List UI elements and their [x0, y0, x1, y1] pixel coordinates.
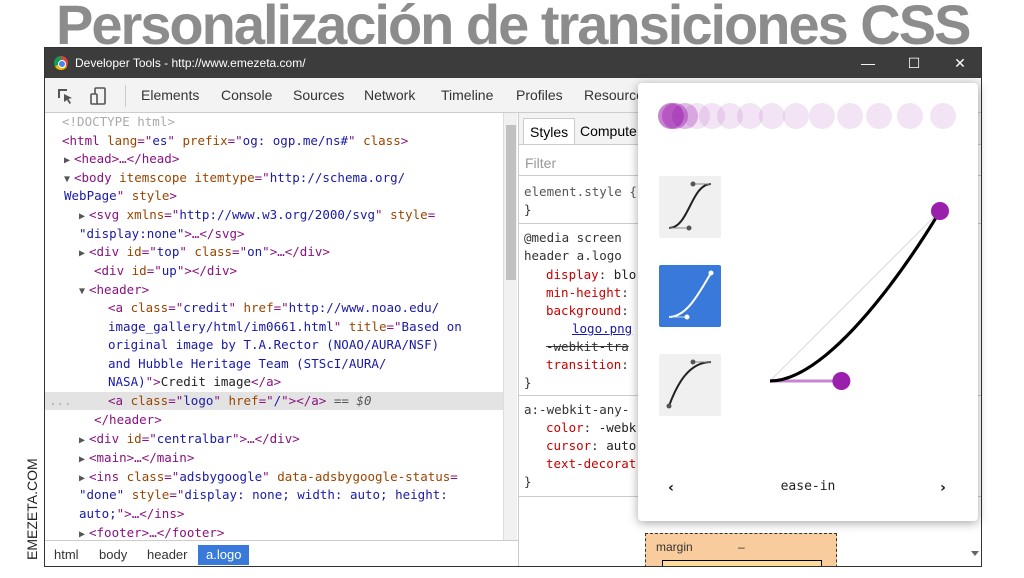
dom-line-a-credit-4[interactable]: and Hubble Heritage Team (STScI/AURA/: [108, 355, 386, 374]
selection-dots: ...: [49, 393, 72, 408]
close-button[interactable]: ✕: [937, 48, 981, 78]
expand-arrow-icon[interactable]: ▶: [79, 451, 89, 470]
dom-line-div-top[interactable]: ▶ <div id="top" class="on">…</div>: [79, 243, 330, 264]
dom-line-main[interactable]: ▶ <main>…</main>: [79, 449, 194, 470]
dom-line-ins-cont[interactable]: "done" style="display: none; width: auto…: [79, 486, 448, 505]
css-value-logo-link[interactable]: logo.png: [572, 320, 632, 338]
tab-profiles[interactable]: Profiles: [516, 87, 563, 103]
tab-computed[interactable]: Compute: [580, 122, 637, 140]
tab-network[interactable]: Network: [364, 87, 415, 103]
css-prop-webkit-transition[interactable]: -webkit-tra: [546, 338, 629, 356]
window-title: Developer Tools - http://www.emezeta.com…: [75, 56, 306, 70]
brace-close: }: [524, 202, 532, 217]
device-mode-icon[interactable]: [89, 86, 109, 106]
tab-styles[interactable]: Styles: [523, 118, 576, 144]
css-prop-cursor[interactable]: cursor: auto: [546, 437, 636, 455]
dom-line-ins-end[interactable]: auto;">…</ins>: [79, 505, 184, 524]
expand-arrow-icon[interactable]: ▶: [79, 208, 89, 227]
box-model-margin[interactable]: margin –: [645, 533, 837, 566]
box-model-label: margin: [656, 540, 693, 554]
preset-ease-out[interactable]: [659, 354, 721, 416]
preview-dot: [836, 103, 863, 129]
expand-arrow-icon[interactable]: ▶: [79, 245, 89, 264]
tab-console[interactable]: Console: [221, 87, 272, 103]
dom-line-div-up[interactable]: <div id="up"></div>: [94, 262, 237, 281]
expand-arrow-icon[interactable]: ▶: [64, 152, 74, 171]
rule-selector-2[interactable]: a:-webkit-any-: [524, 401, 629, 419]
preset-ease-in-selected[interactable]: [659, 265, 721, 327]
tab-resources[interactable]: Resource: [584, 87, 644, 103]
dom-scrollbar-thumb[interactable]: [506, 125, 516, 280]
dom-line-a-credit-2[interactable]: image_gallery/html/im0661.html" title="B…: [108, 318, 462, 337]
rule-selector[interactable]: header a.logo: [524, 247, 622, 265]
linear-reference-line: [769, 210, 941, 382]
tab-elements[interactable]: Elements: [141, 87, 199, 103]
easing-preset-label: ease-in: [780, 479, 836, 494]
css-prop-transition[interactable]: transition:: [546, 356, 629, 374]
tab-sources[interactable]: Sources: [293, 87, 344, 103]
toolbar-divider: [125, 85, 126, 107]
preview-dot: [866, 103, 893, 129]
bezier-editor-popover: ‹ ease-in ›: [638, 83, 978, 521]
breadcrumb-a-logo[interactable]: a.logo: [198, 545, 250, 565]
dom-line-body-cont[interactable]: WebPage" style>: [64, 187, 177, 206]
title-bar: Developer Tools - http://www.emezeta.com…: [45, 48, 981, 78]
dom-line-doctype[interactable]: <!DOCTYPE html>: [62, 113, 175, 132]
breadcrumb-header[interactable]: header: [139, 545, 195, 565]
css-prop-color[interactable]: color: -webk: [546, 419, 636, 437]
maximize-button[interactable]: ☐: [891, 48, 937, 78]
dom-line-centralbar[interactable]: ▶ <div id="centralbar">…</div>: [79, 430, 300, 451]
css-prop-min-height[interactable]: min-height:: [546, 284, 629, 302]
dom-scrollbar[interactable]: [503, 113, 517, 540]
minimize-button[interactable]: —: [845, 48, 891, 78]
next-preset-button[interactable]: ›: [932, 477, 954, 499]
dom-line-svg-cont[interactable]: "display:none">…</svg>: [79, 225, 245, 244]
element-style-selector[interactable]: element.style {: [524, 183, 637, 201]
dom-line-a-credit-3[interactable]: original image by T.A.Rector (NOAO/AURA/…: [108, 336, 439, 355]
collapse-arrow-icon[interactable]: ▼: [79, 283, 89, 302]
dom-line-header-close[interactable]: </header>: [94, 411, 162, 430]
css-prop-background[interactable]: background:: [546, 302, 629, 320]
expand-arrow-icon[interactable]: ▶: [79, 526, 89, 540]
styles-scrollbar[interactable]: [968, 513, 981, 566]
control-point-1[interactable]: [832, 372, 851, 390]
expand-arrow-icon[interactable]: ▶: [79, 432, 89, 451]
brand-watermark: EMEZETA.COM: [24, 458, 40, 560]
inspect-element-icon[interactable]: [55, 86, 75, 106]
dom-line-footer[interactable]: ▶ <footer>…</footer>: [79, 524, 224, 540]
preview-dot: [783, 103, 810, 129]
breadcrumb: html body header a.logo: [45, 540, 518, 566]
preview-dot: [897, 103, 924, 129]
preview-dot: [759, 103, 786, 129]
media-query: @media screen: [524, 230, 622, 245]
css-prop-text-decoration[interactable]: text-decorat:: [546, 455, 644, 473]
chrome-logo-icon: [54, 56, 68, 70]
dom-line-head[interactable]: ▶ <head>…</head>: [64, 150, 179, 171]
box-model-margin-value[interactable]: –: [738, 538, 745, 556]
preview-dot: [809, 103, 836, 129]
dom-line-a-credit[interactable]: <a class="credit" href="http://www.noao.…: [108, 299, 439, 318]
dom-tree-panel: <!DOCTYPE html> <html lang="es" prefix="…: [45, 113, 503, 540]
bezier-curve-graph[interactable]: [758, 198, 958, 398]
brace-close-3: }: [524, 474, 532, 489]
preset-ease-in-out[interactable]: [659, 176, 721, 238]
control-point-2[interactable]: [931, 202, 949, 220]
tab-timeline[interactable]: Timeline: [441, 87, 493, 103]
brace-close-2: }: [524, 375, 532, 390]
breadcrumb-html[interactable]: html: [46, 545, 87, 565]
dom-line-html[interactable]: <html lang="es" prefix="og: ogp.me/ns#" …: [62, 132, 408, 151]
dom-line-a-credit-5[interactable]: NASA)">Credit image</a>: [108, 373, 281, 392]
css-prop-display[interactable]: display: blo: [546, 266, 636, 284]
breadcrumb-body[interactable]: body: [91, 545, 135, 565]
dom-line-svg[interactable]: ▶ <svg xmlns="http://www.w3.org/2000/svg"…: [79, 206, 435, 227]
box-model-border: [662, 560, 822, 566]
preview-dot: [930, 103, 956, 129]
dom-line-a-logo-selected[interactable]: ... <a class="logo" href="/"></a> == $0: [45, 392, 503, 410]
